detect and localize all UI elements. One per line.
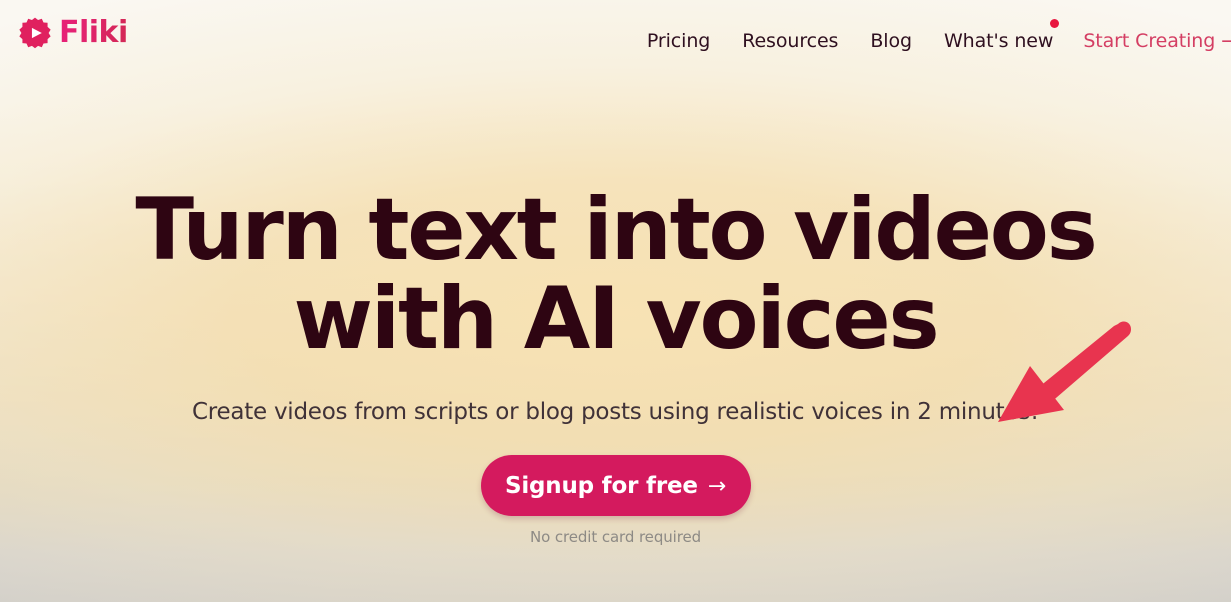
- start-creating-label: Start Creating: [1083, 30, 1216, 52]
- signup-button-label: Signup for free: [504, 472, 698, 499]
- nav-item-blog[interactable]: Blog: [854, 30, 928, 52]
- nav-item-label: Resources: [742, 30, 839, 52]
- no-credit-card-note: No credit card required: [530, 528, 701, 547]
- page-root: Fliki Pricing Resources Blog What's new …: [0, 0, 1231, 602]
- arrow-right-icon: →: [1221, 30, 1231, 52]
- nav-item-label: Pricing: [646, 30, 711, 52]
- signup-for-free-button[interactable]: Signup for free →: [480, 455, 751, 517]
- arrow-right-icon: →: [707, 474, 727, 500]
- nav-item-label: Blog: [870, 30, 912, 52]
- nav-item-label: What's new: [943, 30, 1054, 52]
- nav-item-resources[interactable]: Resources: [726, 30, 854, 52]
- hero-headline-line-1: Turn text into videos: [135, 180, 1098, 280]
- hero-cta-group: Signup for free → No credit card require…: [0, 455, 1231, 546]
- fliki-gear-play-icon: [18, 17, 52, 51]
- hero-headline-line-2: with AI voices: [293, 268, 939, 369]
- notification-dot-badge: [1050, 19, 1060, 28]
- hero-subheadline: Create videos from scripts or blog posts…: [191, 399, 1040, 426]
- nav-item-pricing[interactable]: Pricing: [631, 30, 726, 52]
- hero-headline: Turn text into videos with AI voices: [0, 186, 1231, 363]
- brand-wordmark: Fliki: [59, 15, 128, 50]
- hero-section: Turn text into videos with AI voices Cre…: [0, 82, 1231, 546]
- start-creating-link[interactable]: Start Creating →: [1067, 30, 1231, 52]
- top-navigation-bar: Fliki Pricing Resources Blog What's new …: [0, 0, 1231, 82]
- brand-logo-link[interactable]: Fliki: [18, 17, 128, 51]
- nav-links: Pricing Resources Blog What's new Start …: [631, 0, 1231, 82]
- nav-item-whats-new[interactable]: What's new: [928, 19, 1067, 52]
